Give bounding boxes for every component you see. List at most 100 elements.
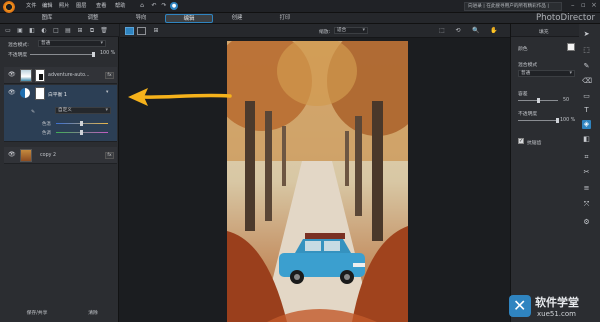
- grid-icon[interactable]: ⊞: [152, 27, 160, 35]
- save-share-button[interactable]: 保存/共享: [16, 309, 58, 318]
- antialias-label: 抗锯齿: [527, 141, 542, 146]
- zoom-icon[interactable]: 🔍: [472, 27, 480, 35]
- color-swatch[interactable]: [567, 43, 575, 51]
- fill-bucket-tool-icon[interactable]: ◈: [582, 120, 591, 129]
- settings-gear-icon[interactable]: ⚙: [582, 218, 591, 227]
- tab-library[interactable]: 图库: [32, 14, 62, 23]
- tab-edit[interactable]: 编辑: [165, 14, 213, 23]
- zoom-select[interactable]: 适合: [334, 27, 368, 34]
- transform-tool-icon[interactable]: ⤧: [582, 200, 591, 209]
- fill-opacity-handle[interactable]: [556, 118, 559, 123]
- new-layer-icon[interactable]: ▭: [4, 27, 12, 35]
- photo-canvas[interactable]: [227, 41, 408, 322]
- menu-view[interactable]: 查看: [96, 2, 106, 9]
- threshold-slider-handle[interactable]: [537, 98, 540, 103]
- layer-name: adventure-auto...: [48, 73, 90, 78]
- menu-edit[interactable]: 编辑: [42, 2, 52, 9]
- adjust-tool-icon[interactable]: ≡: [582, 184, 591, 193]
- opacity-slider[interactable]: [30, 54, 94, 55]
- select-tool-icon[interactable]: ⬚: [582, 46, 591, 55]
- opacity-label: 不透明度: [8, 53, 28, 58]
- maximize-icon[interactable]: ▫: [581, 1, 586, 9]
- tab-print[interactable]: 打印: [270, 14, 300, 23]
- fill-panel-header: 填充: [511, 24, 579, 37]
- layer-fx-badge[interactable]: fx: [105, 152, 114, 159]
- fill-opacity-slider[interactable]: [518, 120, 558, 121]
- layer-name: 白平衡 1: [48, 93, 67, 98]
- undo-icon[interactable]: ↶: [150, 2, 158, 10]
- fill-blend-select[interactable]: 普通: [518, 70, 575, 77]
- tint-label: 色调: [42, 131, 51, 136]
- shape-tool-icon[interactable]: ▭: [582, 92, 591, 101]
- gradient-tool-icon[interactable]: ◧: [582, 135, 591, 144]
- menu-layer[interactable]: 图层: [76, 2, 86, 9]
- tab-guided[interactable]: 导向: [126, 14, 156, 23]
- app-logo-icon: [3, 1, 15, 13]
- close-icon[interactable]: ×: [591, 1, 597, 9]
- adjustment-icon: [20, 88, 30, 98]
- crop-tool-icon[interactable]: ⌗: [582, 153, 591, 162]
- canvas-toolbar: ⊞ 缩放: 适合 ⬚ ⟲ 🔍 ✋: [120, 24, 510, 38]
- brush-tool-icon[interactable]: ✎: [582, 62, 591, 71]
- visibility-eye-icon[interactable]: 👁: [8, 151, 16, 158]
- menu-help[interactable]: 帮助: [115, 2, 125, 9]
- layer-fx-badge[interactable]: fx: [105, 72, 114, 79]
- redo-icon[interactable]: ↷: [160, 2, 168, 10]
- add-image-icon[interactable]: ▣: [16, 27, 24, 35]
- layer-row-white-balance[interactable]: 👁 白平衡 1 ▾ ✎ 自定义 色温 色调: [4, 85, 117, 142]
- layers-toolbar: ▭ ▣ ◧ ◐ □ ▤ ⊞ ⧉ 🗑: [0, 24, 119, 37]
- brand-title: PhotoDirector: [536, 13, 596, 23]
- update-icon[interactable]: ●: [170, 2, 178, 10]
- fill-opacity-value: 100 %: [560, 118, 576, 123]
- fill-panel-title: 填充: [539, 30, 549, 35]
- tab-adjust[interactable]: 调整: [78, 14, 108, 23]
- eraser-tool-icon[interactable]: ⌫: [582, 77, 592, 86]
- text-layer-icon[interactable]: ▤: [64, 27, 72, 35]
- picker-icon[interactable]: ✎: [31, 110, 35, 115]
- text-tool-icon[interactable]: T: [582, 106, 591, 115]
- clear-button[interactable]: 清除: [78, 309, 108, 318]
- move-tool-icon[interactable]: ➤: [582, 30, 591, 39]
- crop-icon[interactable]: ⬚: [438, 27, 446, 35]
- blend-mode-select[interactable]: 普通: [38, 40, 106, 47]
- minimize-icon[interactable]: –: [571, 1, 575, 9]
- menu-file[interactable]: 文件: [26, 2, 36, 9]
- menu-photo[interactable]: 照片: [59, 2, 69, 9]
- antialias-checkbox[interactable]: ✓: [518, 138, 524, 144]
- delete-layer-icon[interactable]: 🗑: [100, 27, 108, 35]
- view-compare-icon[interactable]: [137, 27, 146, 35]
- color-label: 颜色: [518, 47, 528, 52]
- mask-icon[interactable]: ◐: [40, 27, 48, 35]
- adjust-layer-icon[interactable]: ◧: [28, 27, 36, 35]
- layer-mask-thumbnail: [35, 87, 45, 100]
- watermark-title: 软件学堂: [535, 296, 579, 309]
- threshold-value: 50: [563, 98, 570, 103]
- layer-row-copy[interactable]: 👁 copy 2 fx: [4, 147, 117, 164]
- copy-icon[interactable]: ⧉: [88, 27, 96, 35]
- expand-chevron-icon[interactable]: ▾: [106, 90, 108, 95]
- view-single-icon[interactable]: [125, 27, 134, 35]
- opacity-value: 100 %: [100, 51, 116, 56]
- signin-search-box[interactable]: 向进录 | 在此搜寻用户的所有精彩作品 |: [464, 2, 562, 11]
- rotate-icon[interactable]: ⟲: [454, 27, 462, 35]
- fill-blend-label: 混合模式: [518, 63, 538, 68]
- fill-opacity-label: 不透明度: [518, 112, 538, 117]
- layer-thumbnail: [20, 149, 32, 162]
- opacity-slider-handle[interactable]: [92, 52, 95, 57]
- temperature-handle[interactable]: [80, 121, 83, 126]
- annotation-arrow: [128, 88, 232, 106]
- layer-mask-thumbnail: [35, 69, 45, 82]
- module-tabs-bar: 图库 调整 导向 编辑 创建 打印 PhotoDirector: [0, 13, 600, 24]
- visibility-eye-icon[interactable]: 👁: [8, 89, 16, 96]
- hand-icon[interactable]: ✋: [490, 27, 498, 35]
- zoom-label: 缩放:: [319, 30, 331, 35]
- tint-handle[interactable]: [80, 130, 83, 135]
- tab-create[interactable]: 创建: [222, 14, 252, 23]
- layer-row-adventure[interactable]: 👁 adventure-auto... fx: [4, 67, 117, 84]
- white-balance-preset-select[interactable]: 自定义: [55, 107, 111, 114]
- frame-icon[interactable]: □: [52, 27, 60, 35]
- home-icon[interactable]: ⌂: [138, 2, 146, 10]
- visibility-eye-icon[interactable]: 👁: [8, 71, 16, 78]
- clone-tool-icon[interactable]: ✂: [582, 168, 591, 177]
- merge-icon[interactable]: ⊞: [76, 27, 84, 35]
